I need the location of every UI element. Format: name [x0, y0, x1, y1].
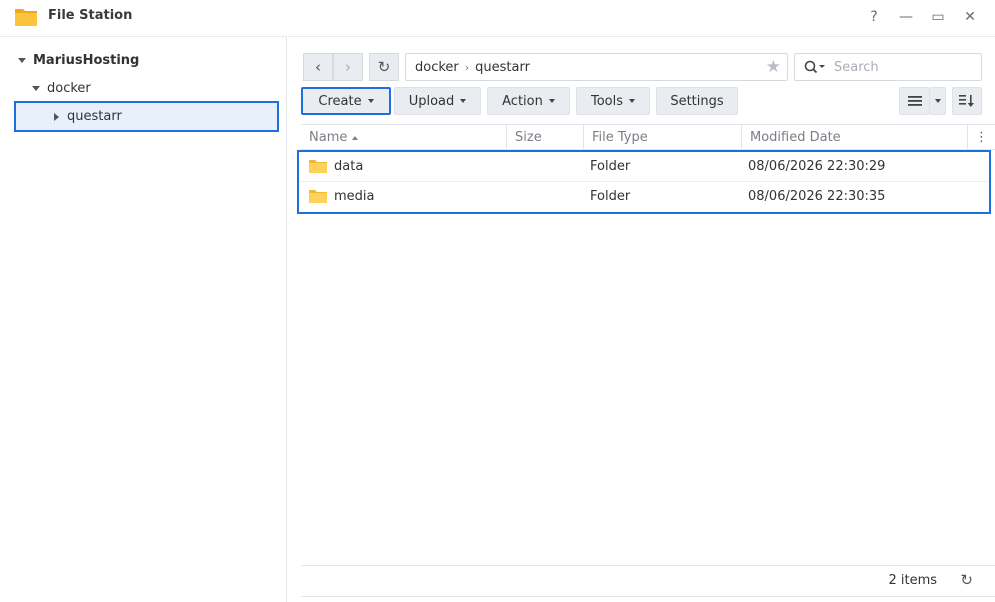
view-dropdown-button[interactable]: [930, 87, 946, 115]
status-bar: 2 items ↻: [301, 565, 995, 597]
chevron-down-icon: [629, 99, 636, 103]
breadcrumb-item[interactable]: questarr: [475, 60, 530, 75]
column-label: Name: [309, 130, 348, 145]
maximize-button[interactable]: ▭: [928, 7, 948, 27]
create-label: Create: [318, 93, 362, 109]
tree-item-questarr[interactable]: questarr: [14, 101, 279, 132]
main-pane: ‹ › ↻ docker › questarr ★ Search Create …: [288, 36, 995, 602]
modified-date: 08/06/2026 22:30:29: [748, 159, 886, 174]
caret-down-icon[interactable]: [18, 57, 26, 63]
file-list: data Folder 08/06/2026 22:30:29 media Fo…: [297, 150, 991, 214]
action-label: Action: [502, 93, 543, 109]
action-button[interactable]: Action: [487, 87, 570, 115]
table-header: Name Size File Type Modified Date ⋮: [301, 124, 995, 150]
caret-down-icon[interactable]: [32, 85, 40, 91]
chevron-down-icon: [460, 99, 467, 103]
forward-button[interactable]: ›: [333, 53, 363, 81]
minimize-button[interactable]: —: [896, 7, 916, 27]
close-button[interactable]: ✕: [960, 7, 980, 27]
file-name: media: [334, 189, 375, 204]
tools-button[interactable]: Tools: [576, 87, 650, 115]
search-icon[interactable]: [804, 60, 826, 74]
column-header-modified-date[interactable]: Modified Date: [742, 125, 968, 149]
sort-ascending-icon: [352, 135, 359, 140]
refresh-icon[interactable]: ↻: [960, 571, 973, 589]
chevron-down-icon: [934, 99, 941, 103]
tree-item-root[interactable]: MariusHosting: [18, 46, 139, 74]
window-title: File Station: [48, 8, 133, 23]
table-row[interactable]: data Folder 08/06/2026 22:30:29: [299, 152, 989, 181]
create-button[interactable]: Create: [301, 87, 391, 115]
file-name: data: [334, 159, 364, 174]
tools-label: Tools: [590, 93, 624, 109]
tree-item-label: docker: [47, 80, 91, 96]
column-header-name[interactable]: Name: [301, 125, 507, 149]
breadcrumb-item[interactable]: docker: [415, 60, 459, 75]
modified-date: 08/06/2026 22:30:35: [748, 189, 886, 204]
upload-label: Upload: [408, 93, 455, 109]
caret-right-icon[interactable]: [54, 112, 59, 121]
sort-button[interactable]: [952, 87, 982, 115]
folder-tree: MariusHosting docker questarr: [0, 36, 287, 602]
file-station-icon: [15, 9, 37, 26]
star-icon[interactable]: ★: [766, 57, 781, 77]
settings-label: Settings: [670, 93, 724, 109]
search-placeholder: Search: [834, 59, 879, 75]
sort-icon: [959, 95, 974, 107]
tree-item-label: MariusHosting: [33, 52, 140, 68]
title-bar: File Station ? — ▭ ✕: [0, 0, 995, 34]
folder-icon: [309, 190, 327, 203]
help-button[interactable]: ?: [864, 7, 884, 27]
file-type: Folder: [590, 159, 631, 174]
chevron-right-icon: ›: [464, 60, 470, 74]
tree-item-label: questarr: [67, 109, 122, 124]
list-view-button[interactable]: [899, 87, 930, 115]
settings-button[interactable]: Settings: [656, 87, 738, 115]
list-view-icon: [907, 96, 922, 106]
table-row[interactable]: media Folder 08/06/2026 22:30:35: [299, 181, 989, 210]
column-header-file-type[interactable]: File Type: [584, 125, 742, 149]
column-header-size[interactable]: Size: [507, 125, 584, 149]
back-button[interactable]: ‹: [303, 53, 333, 81]
tree-item-docker[interactable]: docker: [32, 74, 91, 102]
search-input[interactable]: Search: [794, 53, 982, 81]
path-bar[interactable]: docker › questarr ★: [405, 53, 788, 81]
upload-button[interactable]: Upload: [394, 87, 481, 115]
refresh-button[interactable]: ↻: [369, 53, 399, 81]
chevron-down-icon: [367, 99, 374, 103]
file-type: Folder: [590, 189, 631, 204]
chevron-down-icon: [548, 99, 555, 103]
folder-icon: [309, 160, 327, 173]
column-menu-icon[interactable]: ⋮: [968, 125, 995, 149]
item-count: 2 items: [888, 573, 937, 588]
